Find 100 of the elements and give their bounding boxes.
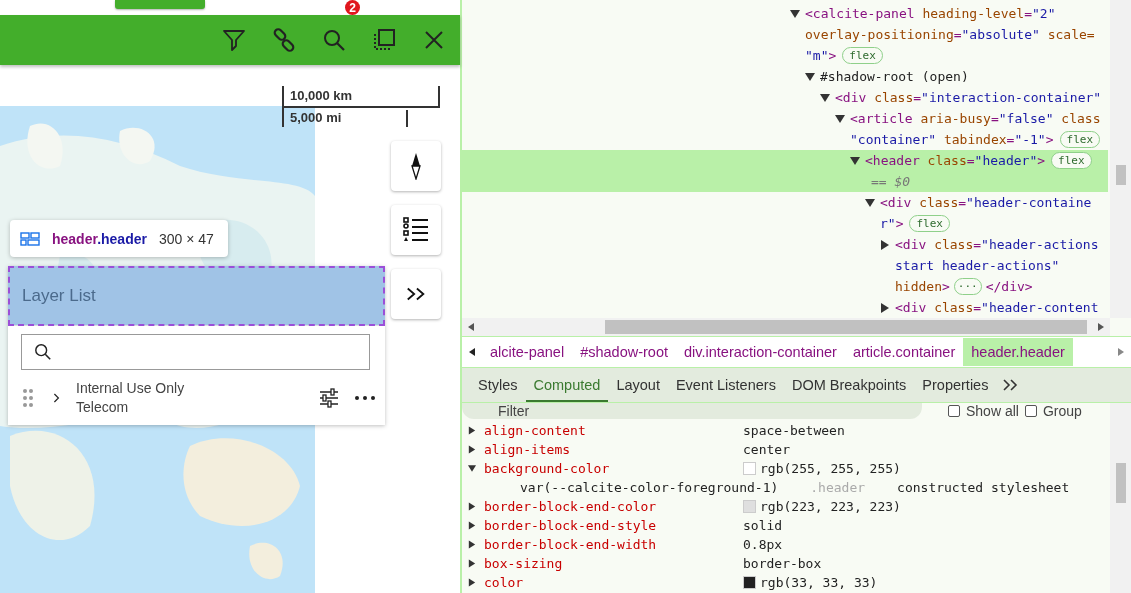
tab[interactable]: DOM Breakpoints (783, 368, 915, 402)
more-tabs-icon[interactable] (1002, 379, 1019, 391)
filter-field[interactable]: Filter (462, 403, 922, 419)
property-name: color (484, 575, 525, 590)
property-value: rgb(255, 255, 255) (760, 461, 901, 476)
scrollbar[interactable] (1110, 0, 1131, 318)
expanded-triangle-icon[interactable] (468, 464, 476, 473)
sliders-icon[interactable] (319, 387, 339, 408)
code-line: hidden> (895, 279, 950, 294)
collapsed-triangle-icon[interactable] (468, 502, 476, 511)
property-value: rgb(33, 33, 33) (760, 575, 878, 590)
property-name: border-block-end-color (484, 499, 658, 514)
code-line: == $0 (870, 174, 911, 189)
breadcrumb[interactable]: header.header (963, 338, 1073, 366)
element-name: header.header (52, 230, 147, 247)
code-line: <div class="header-containe (880, 195, 1092, 210)
breadcrumb[interactable]: #shadow-root (572, 338, 677, 366)
tab[interactable]: Computed (525, 368, 609, 402)
code-line: <div class="interaction-container" (835, 90, 1102, 105)
collapsed-triangle-icon[interactable] (468, 445, 476, 454)
property-value: space-between (743, 423, 845, 438)
property-name: background-color (484, 461, 611, 476)
property-value: solid (743, 518, 783, 533)
link-icon[interactable] (272, 28, 296, 52)
collapsed-triangle-icon[interactable] (880, 239, 890, 250)
code-line: #shadow-root (open) (820, 69, 969, 84)
trace-source[interactable]: constructed stylesheet (897, 480, 1070, 495)
double-chevron-icon (405, 286, 427, 302)
code-line: <div class="header-content (895, 300, 1099, 315)
layout-icon (20, 231, 40, 246)
scrollbar[interactable] (1110, 403, 1131, 593)
tab[interactable]: Event Listeners (667, 368, 784, 402)
collapsed-triangle-icon[interactable] (468, 578, 476, 587)
search-field[interactable] (21, 334, 370, 370)
property-value: border-box (743, 556, 822, 571)
flex-badge[interactable]: flex (1059, 131, 1100, 148)
layer-subtitle: Telecom (76, 399, 130, 415)
select-icon[interactable] (372, 28, 396, 52)
expanded-triangle-icon[interactable] (820, 92, 830, 103)
scroll-left-icon[interactable] (468, 323, 474, 331)
expanded-triangle-icon[interactable] (805, 71, 815, 82)
expanded-triangle-icon[interactable] (790, 8, 800, 19)
property-name: border-block-end-style (484, 518, 658, 533)
search-icon[interactable] (322, 28, 346, 52)
expand-button[interactable] (391, 269, 441, 319)
collapsed-triangle-icon[interactable] (468, 559, 476, 568)
ellipsis-badge[interactable]: ··· (953, 278, 982, 295)
code-line: </div> (985, 279, 1033, 294)
checkbox[interactable] (948, 405, 960, 417)
more-icon[interactable] (355, 395, 375, 400)
property-name: align-content (484, 423, 587, 438)
flex-badge[interactable]: flex (1051, 152, 1092, 169)
expanded-triangle-icon[interactable] (865, 197, 875, 208)
property-name: box-sizing (484, 556, 564, 571)
breadcrumb[interactable]: article.container (844, 338, 964, 366)
code-line: <div class="header-actions (895, 237, 1099, 252)
checkbox-label: Group (1042, 403, 1082, 419)
property-name: border-block-end-width (484, 537, 658, 552)
checkbox[interactable] (1024, 405, 1037, 417)
panel-title: Layer List (22, 285, 96, 306)
code-line: "container" tabindex="-1"> (850, 132, 1054, 147)
tab[interactable]: Properties (914, 368, 997, 402)
tab[interactable]: Styles (470, 368, 526, 402)
collapsed-triangle-icon[interactable] (468, 521, 476, 530)
scale-label: 10,000 km (290, 88, 353, 103)
scrollbar[interactable] (462, 318, 1110, 336)
compass-button[interactable] (391, 141, 441, 191)
compass-icon (410, 152, 422, 180)
checkbox-label: Show all (966, 403, 1019, 419)
code-line: <calcite-panel heading-level="2" (805, 6, 1056, 21)
code-line: r"> (880, 216, 904, 231)
legend-button[interactable] (391, 205, 441, 255)
collapsed-triangle-icon[interactable] (468, 540, 476, 549)
flex-badge[interactable]: flex (842, 47, 883, 64)
scale-label: 5,000 mi (290, 110, 408, 127)
drag-handle-icon[interactable] (22, 387, 34, 408)
legend-icon (402, 216, 430, 244)
tab[interactable]: Layout (608, 368, 668, 402)
expanded-triangle-icon[interactable] (850, 155, 860, 166)
code-line: <article aria-busy="false" class (850, 111, 1101, 126)
chevron-right-icon[interactable] (52, 391, 60, 404)
breadcrumb[interactable]: alcite-panel (482, 338, 573, 366)
code-line: "m"> (805, 48, 837, 63)
code-line: <header class="header"> (865, 153, 1046, 168)
element-size: 300 × 47 (158, 230, 214, 247)
property-value: center (743, 442, 790, 457)
trace-selector: .header (810, 480, 866, 495)
expanded-triangle-icon[interactable] (835, 113, 845, 124)
filter-icon[interactable] (222, 28, 246, 52)
layer-title[interactable]: Internal Use Only (76, 380, 319, 396)
breadcrumb[interactable]: div.interaction-container (676, 338, 845, 366)
notification-badge: 2 (345, 0, 360, 15)
scroll-right-icon[interactable] (1098, 323, 1104, 331)
code-line: overlay-positioning="absolute" scale= (805, 27, 1095, 42)
collapsed-triangle-icon[interactable] (880, 302, 890, 313)
code-line: start header-actions" (895, 258, 1060, 273)
property-value: rgb(223, 223, 223) (760, 499, 901, 514)
property-value: 0.8px (743, 537, 783, 552)
collapsed-triangle-icon[interactable] (468, 426, 476, 435)
flex-badge[interactable]: flex (909, 215, 950, 232)
